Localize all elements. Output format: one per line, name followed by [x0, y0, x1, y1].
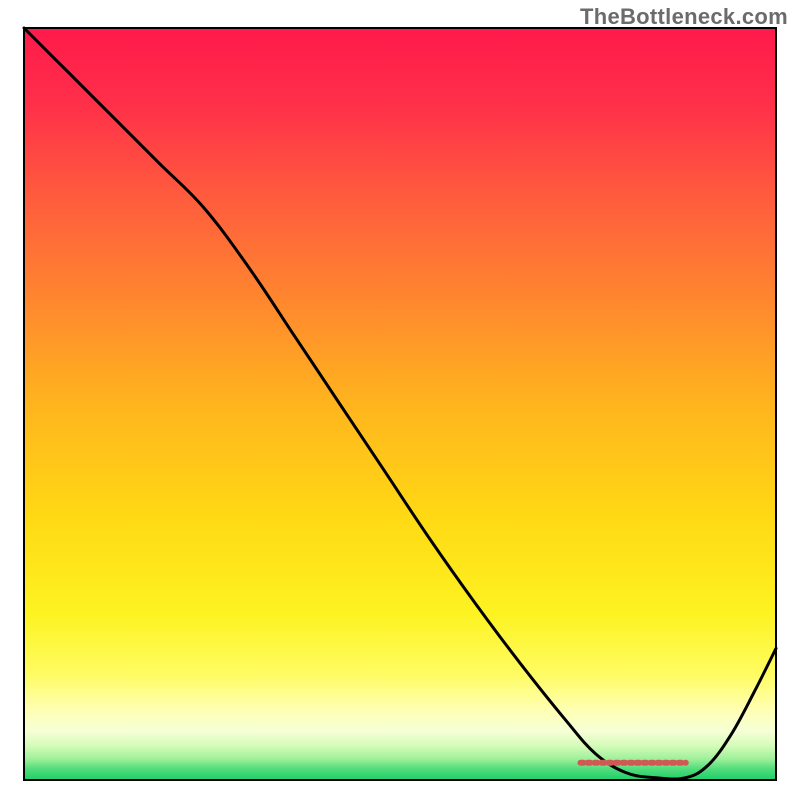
chart-container: TheBottleneck.com [0, 0, 800, 800]
watermark-text: TheBottleneck.com [580, 4, 788, 30]
chart-svg [0, 0, 800, 800]
